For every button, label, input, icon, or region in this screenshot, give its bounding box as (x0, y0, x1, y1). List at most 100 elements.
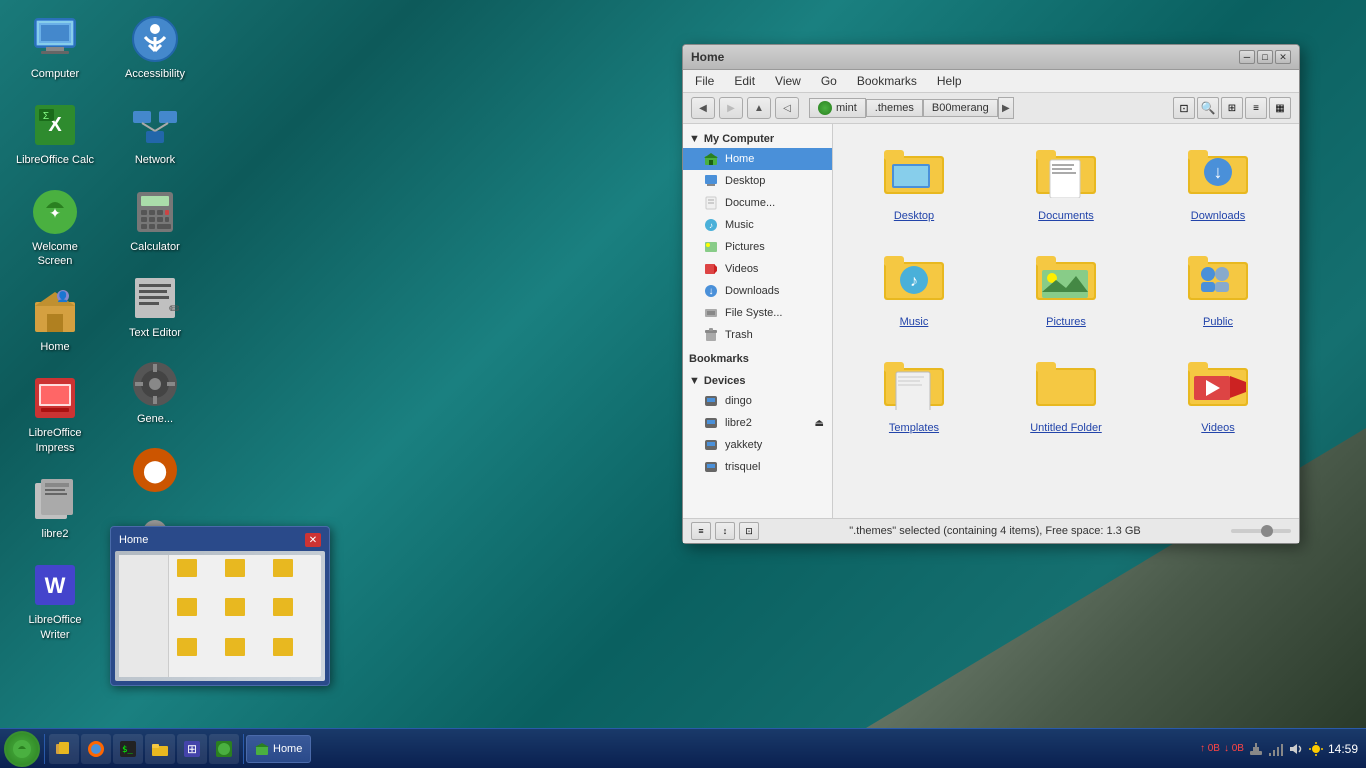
trash-sidebar-icon (703, 327, 719, 343)
svg-text:👤: 👤 (57, 290, 69, 303)
folder-documents-icon (1034, 142, 1098, 206)
desktop-icon-texteditor[interactable]: ✏ Text Editor (110, 269, 200, 345)
desktop-icon-calc[interactable]: X Σ LibreOffice Calc (10, 96, 100, 172)
fm-menu-view[interactable]: View (771, 72, 805, 90)
fm-menu-help[interactable]: Help (933, 72, 966, 90)
impress-icon-label: LibreOffice Impress (15, 426, 95, 455)
taskbar-folder-button[interactable] (145, 734, 175, 764)
tray-network-icon[interactable] (1248, 741, 1264, 757)
desktop-icon-settings[interactable]: Gene... (110, 355, 200, 431)
fm-crumb-more-button[interactable]: ▶ (998, 97, 1014, 119)
fm-sidebar-trash[interactable]: Trash (683, 324, 832, 346)
fm-back-button[interactable]: ◀ (691, 97, 715, 119)
device-trisquel-icon (703, 459, 719, 475)
fm-zoom-control (1231, 529, 1291, 533)
fm-file-templates[interactable]: Templates (843, 346, 985, 442)
desktop-icon-accessibility[interactable]: Accessibility (110, 10, 200, 86)
desktop-icon-computer[interactable]: Computer (10, 10, 100, 86)
desktop-icon-welcome[interactable]: ✦ Welcome Screen (10, 183, 100, 274)
tray-volume-icon[interactable] (1288, 741, 1304, 757)
taskbar-firefox-button[interactable] (81, 734, 111, 764)
fm-menu-edit[interactable]: Edit (730, 72, 759, 90)
fm-crumb-themes[interactable]: .themes (866, 99, 923, 117)
fm-file-untitled[interactable]: Untitled Folder (995, 346, 1137, 442)
fm-icon-view-button[interactable]: ⊞ (1221, 97, 1243, 119)
fm-sidebar-filesystem[interactable]: File Syste... (683, 302, 832, 324)
fm-crumb-b00merang[interactable]: B00merang (923, 99, 998, 117)
fm-sidebar-documents[interactable]: Docume... (683, 192, 832, 214)
fm-minimize-button[interactable]: ─ (1239, 50, 1255, 64)
filesystem-sidebar-icon (703, 305, 719, 321)
fm-forward-button[interactable]: ▶ (719, 97, 743, 119)
taskbar-settings1-button[interactable]: ⊞ (177, 734, 207, 764)
desktop-icon-impress[interactable]: LibreOffice Impress (10, 369, 100, 460)
fm-nav-left-button[interactable]: ◁ (775, 97, 799, 119)
fm-sidebar-music[interactable]: ♪ Music (683, 214, 832, 236)
start-button[interactable] (4, 731, 40, 767)
taskbar-terminal-button[interactable]: $_ (113, 734, 143, 764)
fm-file-downloads[interactable]: ↓ Downloads (1147, 134, 1289, 230)
folder-downloads-icon: ↓ (1186, 142, 1250, 206)
desktop: Computer X Σ LibreOffice Calc ✦ (0, 0, 1366, 728)
fm-content: ▼ My Computer Home (683, 124, 1299, 518)
fm-close-button[interactable]: ✕ (1275, 50, 1291, 64)
tray-signal-icon[interactable] (1268, 741, 1284, 757)
taskbar-clock[interactable]: 14:59 (1328, 742, 1358, 756)
fm-sidebar-home[interactable]: Home (683, 148, 832, 170)
desktop-icon-calculator[interactable]: Calculator (110, 183, 200, 259)
fm-status-icon-1[interactable]: ≡ (691, 522, 711, 540)
fm-status-icon-2[interactable]: ↕ (715, 522, 735, 540)
fm-list-view-button[interactable]: ≡ (1245, 97, 1267, 119)
fm-file-public[interactable]: Public (1147, 240, 1289, 336)
desktop-icon-home[interactable]: 👤 Home (10, 283, 100, 359)
fm-sidebar-desktop[interactable]: Desktop (683, 170, 832, 192)
fm-menu-go[interactable]: Go (817, 72, 841, 90)
fm-file-desktop[interactable]: Desktop (843, 134, 985, 230)
folder-untitled-icon (1034, 354, 1098, 418)
folder-desktop-label: Desktop (894, 210, 934, 222)
fm-sidebar-device-libre2[interactable]: libre2 ⏏ (683, 412, 832, 434)
texteditor-icon-label: Text Editor (129, 326, 181, 340)
fm-zoom-thumb[interactable] (1261, 525, 1273, 537)
fm-sidebar-downloads[interactable]: ↓ Downloads (683, 280, 832, 302)
fm-zoom-slider[interactable] (1231, 529, 1291, 533)
fm-menu-file[interactable]: File (691, 72, 718, 90)
taskbar-settings2-button[interactable] (209, 734, 239, 764)
fm-file-videos[interactable]: Videos (1147, 346, 1289, 442)
tray-brightness-icon[interactable] (1308, 741, 1324, 757)
taskbar-home-window[interactable]: Home (246, 735, 311, 763)
fm-status-icon-3[interactable]: ⊡ (739, 522, 759, 540)
fm-crumb-mint[interactable]: mint (809, 98, 866, 118)
home-thumb-close-button[interactable]: ✕ (305, 533, 321, 547)
svg-text:♪: ♪ (709, 221, 713, 230)
fm-search-button[interactable]: 🔍 (1197, 97, 1219, 119)
taskbar-files-button[interactable] (49, 734, 79, 764)
eject-icon[interactable]: ⏏ (815, 418, 824, 429)
fm-devices-header[interactable]: ▼ Devices (683, 372, 832, 390)
thumb-folder-7 (177, 638, 197, 656)
fm-sidebar-videos[interactable]: Videos (683, 258, 832, 280)
calc-icon: X Σ (31, 101, 79, 149)
fm-maximize-button[interactable]: □ (1257, 50, 1273, 64)
fm-sidebar-pictures[interactable]: Pictures (683, 236, 832, 258)
desktop-icon-network[interactable]: Network (110, 96, 200, 172)
thumb-folder-4 (177, 598, 197, 616)
fm-up-button[interactable]: ▲ (747, 97, 771, 119)
desktop-icon-libre2[interactable]: libre2 (10, 470, 100, 546)
fm-bookmarks-section: Bookmarks (683, 348, 832, 370)
fm-file-music[interactable]: ♪ Music (843, 240, 985, 336)
home-thumb-inner (119, 555, 321, 677)
fm-sidebar-device-dingo[interactable]: dingo (683, 390, 832, 412)
folder-public-icon (1186, 248, 1250, 312)
fm-my-computer-header[interactable]: ▼ My Computer (683, 130, 832, 148)
fm-fullscreen-button[interactable]: ⊡ (1173, 97, 1195, 119)
fm-sidebar-device-trisquel[interactable]: trisquel (683, 456, 832, 478)
desktop-icon-writer[interactable]: W LibreOffice Writer (10, 556, 100, 647)
desktop-icon-bittorrent[interactable]: ⬤ (110, 441, 200, 503)
fm-sidebar-device-yakkety[interactable]: yakkety (683, 434, 832, 456)
fm-file-documents[interactable]: Documents (995, 134, 1137, 230)
fm-bookmarks-header[interactable]: Bookmarks (683, 350, 832, 368)
fm-menu-bookmarks[interactable]: Bookmarks (853, 72, 921, 90)
fm-file-pictures[interactable]: Pictures (995, 240, 1137, 336)
fm-compact-view-button[interactable]: ▦ (1269, 97, 1291, 119)
